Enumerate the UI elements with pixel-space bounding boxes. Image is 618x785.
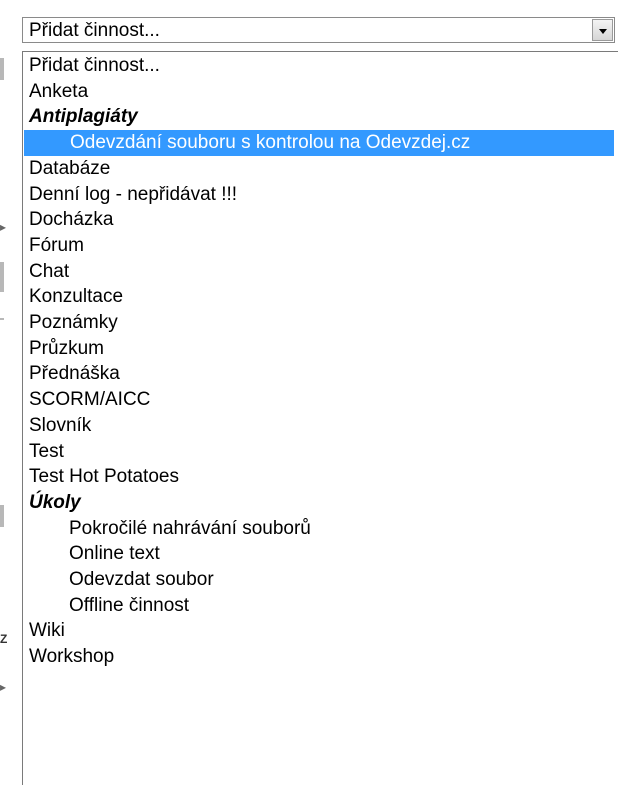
- dropdown-option[interactable]: SCORM/AICC: [23, 387, 618, 413]
- background-fragment: [0, 505, 4, 527]
- option-group-label: Antiplagiáty: [29, 106, 138, 128]
- background-fragment: [0, 318, 4, 320]
- dropdown-option[interactable]: Přednáška: [23, 361, 618, 387]
- dropdown-arrow-button[interactable]: [592, 19, 613, 41]
- background-arrow-icon: ▸: [0, 220, 7, 234]
- option-group-label: Úkoly: [29, 491, 81, 513]
- dropdown-option[interactable]: Fórum: [23, 233, 618, 259]
- dropdown-option[interactable]: Test: [23, 439, 618, 465]
- dropdown-option[interactable]: Databáze: [23, 156, 618, 182]
- dropdown-option[interactable]: Online text: [23, 541, 618, 567]
- background-fragment: [0, 262, 4, 292]
- select-current-value: Přidat činnost...: [29, 20, 160, 41]
- dropdown-option[interactable]: Offline činnost: [23, 593, 618, 619]
- dropdown-option[interactable]: Wiki: [23, 618, 618, 644]
- dropdown-option[interactable]: Docházka: [23, 207, 618, 233]
- dropdown-option[interactable]: Průzkum: [23, 336, 618, 362]
- dropdown-option[interactable]: Workshop: [23, 644, 618, 670]
- background-fragment: [0, 58, 4, 80]
- dropdown-option[interactable]: Pokročilé nahrávání souborů: [23, 516, 618, 542]
- dropdown-option[interactable]: Přidat činnost...: [23, 53, 618, 79]
- background-arrow-icon: ▸: [0, 680, 7, 694]
- dropdown-option[interactable]: Konzultace: [23, 284, 618, 310]
- dropdown-option[interactable]: Anketa: [23, 79, 618, 105]
- activity-select[interactable]: Přidat činnost...: [22, 17, 615, 43]
- background-text-fragment: Z: [0, 632, 8, 646]
- dropdown-option[interactable]: Poznámky: [23, 310, 618, 336]
- dropdown-option[interactable]: Odevzdání souboru s kontrolou na Odevzde…: [24, 130, 614, 156]
- dropdown-option[interactable]: Slovník: [23, 413, 618, 439]
- chevron-down-icon: [599, 29, 607, 34]
- dropdown-option[interactable]: Denní log - nepřidávat !!!: [23, 182, 618, 208]
- dropdown-option[interactable]: Test Hot Potatoes: [23, 464, 618, 490]
- activity-dropdown-list[interactable]: Přidat činnost... Anketa Antiplagiáty Odevz…: [22, 51, 618, 785]
- dropdown-option[interactable]: Chat: [23, 259, 618, 285]
- dropdown-option[interactable]: Odevzdat soubor: [23, 567, 618, 593]
